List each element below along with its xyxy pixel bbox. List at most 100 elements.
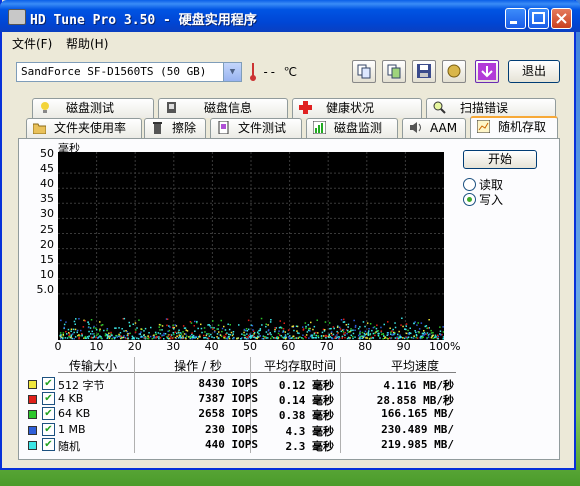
tab-folder-usage[interactable]: 文件夹使用率 [26, 118, 142, 138]
access-sample-point [218, 331, 220, 333]
access-sample-point [99, 321, 101, 323]
access-sample-point [127, 337, 129, 339]
y-tick-label: 50 [40, 147, 54, 160]
access-sample-point [72, 328, 75, 331]
access-sample-point [195, 335, 197, 338]
access-sample-point [288, 337, 291, 340]
access-sample-point [379, 337, 381, 339]
maximize-icon [532, 12, 545, 24]
access-sample-point [194, 320, 196, 323]
menu-help[interactable]: 帮助(H) [66, 35, 108, 52]
tab-error-scan[interactable]: 扫描错误 [426, 98, 556, 118]
access-sample-point [96, 334, 98, 336]
tab-file-benchmark[interactable]: 文件测试 [210, 118, 302, 138]
access-sample-point [291, 337, 293, 339]
series-checkbox[interactable]: ✔ [42, 407, 55, 421]
access-sample-point [107, 334, 109, 336]
access-sample-point [118, 327, 120, 329]
access-sample-point [350, 334, 352, 337]
download-button[interactable] [475, 60, 499, 83]
row-size: 4 KB [58, 392, 84, 406]
access-sample-point [88, 323, 90, 325]
tab-benchmark[interactable]: 磁盘测试 [32, 98, 154, 118]
series-checkbox[interactable]: ✔ [42, 377, 55, 390]
chevron-down-icon[interactable]: ▼ [223, 63, 241, 81]
access-sample-point [149, 335, 152, 338]
access-sample-point [172, 332, 175, 334]
access-sample-point [341, 335, 344, 338]
series-checkbox[interactable]: ✔ [42, 422, 55, 436]
access-sample-point [386, 334, 388, 336]
series-checkbox[interactable]: ✔ [42, 437, 55, 451]
tab-disk-monitor[interactable]: 磁盘监测 [306, 118, 398, 138]
menu-bar: 文件(F) 帮助(H) [2, 32, 574, 52]
access-sample-point [336, 330, 338, 333]
app-icon[interactable] [8, 9, 26, 25]
access-sample-point [194, 330, 196, 332]
save-button[interactable] [412, 60, 436, 83]
device-dropdown[interactable]: SandForce SF-D1560TS (50 GB) ▼ [16, 62, 242, 82]
access-sample-point [310, 321, 312, 324]
copy-icon [357, 64, 371, 79]
access-sample-point [131, 335, 134, 338]
access-sample-point [169, 326, 171, 328]
close-button[interactable] [551, 8, 572, 29]
access-sample-point [203, 327, 206, 329]
options-button[interactable] [442, 60, 466, 83]
access-sample-point [354, 329, 356, 331]
start-button[interactable]: 开始 [463, 150, 537, 169]
access-sample-point [87, 337, 90, 339]
read-radio[interactable] [463, 178, 476, 191]
access-sample-point [100, 336, 102, 338]
title-bar[interactable]: HD Tune Pro 3.50 - 硬盘实用程序 [0, 0, 580, 32]
access-sample-point [396, 336, 398, 338]
access-sample-point [358, 334, 360, 337]
access-sample-point [123, 317, 126, 320]
access-sample-point [167, 335, 169, 338]
tab-aam-label: AAM [430, 121, 458, 135]
tab-random-access[interactable]: 随机存取 [470, 116, 558, 138]
tab-erase[interactable]: 擦除 [144, 118, 206, 138]
access-sample-point [410, 336, 413, 339]
close-icon [556, 13, 567, 24]
copy-text-button[interactable] [352, 60, 376, 83]
access-sample-point [224, 329, 227, 331]
write-radio-label[interactable]: 写入 [479, 191, 503, 208]
access-sample-point [357, 327, 360, 330]
access-sample-point [380, 326, 382, 329]
access-sample-point [134, 331, 137, 333]
series-checkbox[interactable]: ✔ [42, 392, 55, 406]
copy-image-button[interactable] [382, 60, 406, 83]
access-sample-point [211, 336, 213, 338]
access-sample-point [161, 325, 164, 327]
access-sample-point [282, 337, 285, 339]
minimize-button[interactable] [505, 8, 526, 29]
access-sample-point [173, 333, 175, 336]
write-radio[interactable] [463, 193, 476, 206]
access-sample-point [274, 330, 276, 333]
maximize-button[interactable] [528, 8, 549, 29]
access-sample-point [90, 319, 93, 321]
access-sample-point [405, 325, 407, 327]
access-sample-point [399, 336, 402, 339]
access-sample-point [119, 335, 121, 338]
access-sample-point [364, 334, 366, 336]
access-sample-point [88, 335, 90, 337]
access-sample-point [70, 330, 72, 332]
access-sample-point [416, 324, 418, 326]
access-sample-point [129, 325, 131, 327]
tab-info[interactable]: 磁盘信息 [158, 98, 288, 118]
menu-file[interactable]: 文件(F) [12, 35, 52, 52]
access-sample-point [359, 326, 361, 328]
access-sample-point [185, 335, 188, 337]
access-sample-point [252, 329, 254, 331]
access-sample-point [148, 332, 150, 334]
access-sample-point [378, 332, 380, 335]
access-sample-point [354, 324, 357, 327]
access-sample-point [90, 336, 93, 339]
access-sample-point [255, 337, 258, 339]
exit-button[interactable]: 退出 [508, 60, 560, 83]
tab-aam[interactable]: AAM [402, 118, 466, 138]
tab-health[interactable]: 健康状况 [292, 98, 422, 118]
access-sample-point [372, 336, 374, 339]
